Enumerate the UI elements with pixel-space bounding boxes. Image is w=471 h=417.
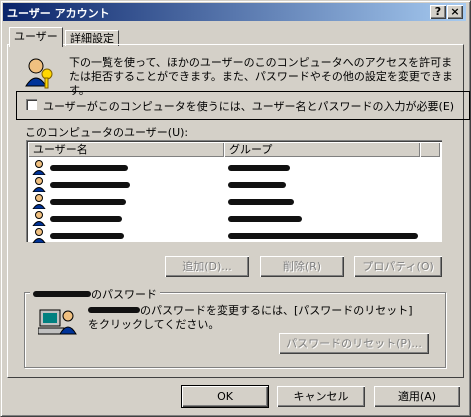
- redacted-username: [50, 182, 130, 188]
- properties-button[interactable]: プロパティ(O): [354, 256, 442, 277]
- redacted-group: [228, 199, 294, 205]
- reset-password-button[interactable]: パスワードのリセット(P)...: [279, 333, 429, 354]
- redacted-username: [50, 216, 122, 222]
- help-button[interactable]: ?: [430, 5, 446, 19]
- window-title: ユーザー アカウント: [7, 7, 110, 20]
- delete-button[interactable]: 削除(R): [260, 256, 344, 277]
- redacted-username: [50, 199, 126, 205]
- user-icon: [32, 211, 46, 226]
- require-login-checkbox[interactable]: [26, 99, 37, 110]
- table-row[interactable]: [30, 194, 438, 210]
- require-login-label[interactable]: ユーザーがこのコンピュータを使うには、ユーザー名とパスワードの入力が必要(E): [43, 98, 454, 114]
- redacted-group: [228, 165, 290, 171]
- column-filler: [420, 142, 440, 157]
- user-list-label: このコンピュータのユーザー(U):: [25, 126, 189, 139]
- redacted-group: [228, 182, 286, 188]
- cancel-button[interactable]: キャンセル: [277, 386, 365, 407]
- password-group-label: のパスワード: [30, 286, 160, 302]
- ok-button[interactable]: OK: [181, 385, 269, 408]
- table-row[interactable]: [30, 160, 438, 176]
- table-row[interactable]: [30, 211, 438, 227]
- redacted-username: [50, 165, 128, 171]
- user-icon: [32, 160, 46, 175]
- redacted-username: [50, 233, 124, 239]
- redacted-group: [228, 216, 302, 222]
- users-keys-icon: [25, 58, 53, 89]
- close-button[interactable]: ×: [447, 5, 463, 19]
- column-username[interactable]: ユーザー名: [28, 142, 224, 157]
- password-group-text: のパスワードを変更するには、[パスワードのリセット] をクリックしてください。: [88, 304, 418, 332]
- redacted-group: [228, 233, 418, 239]
- redacted-username-2: [88, 307, 140, 313]
- computer-user-icon: [38, 309, 77, 335]
- table-row[interactable]: [30, 177, 438, 193]
- title-bar[interactable]: ユーザー アカウント ? ×: [3, 3, 466, 21]
- add-button[interactable]: 追加(D)...: [165, 256, 249, 277]
- user-icon: [32, 228, 46, 243]
- apply-button[interactable]: 適用(A): [374, 386, 460, 407]
- user-icon: [32, 177, 46, 192]
- password-group-label-text: のパスワード: [91, 288, 157, 301]
- column-group[interactable]: グループ: [224, 142, 420, 157]
- table-row[interactable]: [30, 228, 438, 244]
- redacted-username: [33, 291, 91, 297]
- tab-users[interactable]: ユーザー: [9, 27, 63, 47]
- user-icon: [32, 194, 46, 209]
